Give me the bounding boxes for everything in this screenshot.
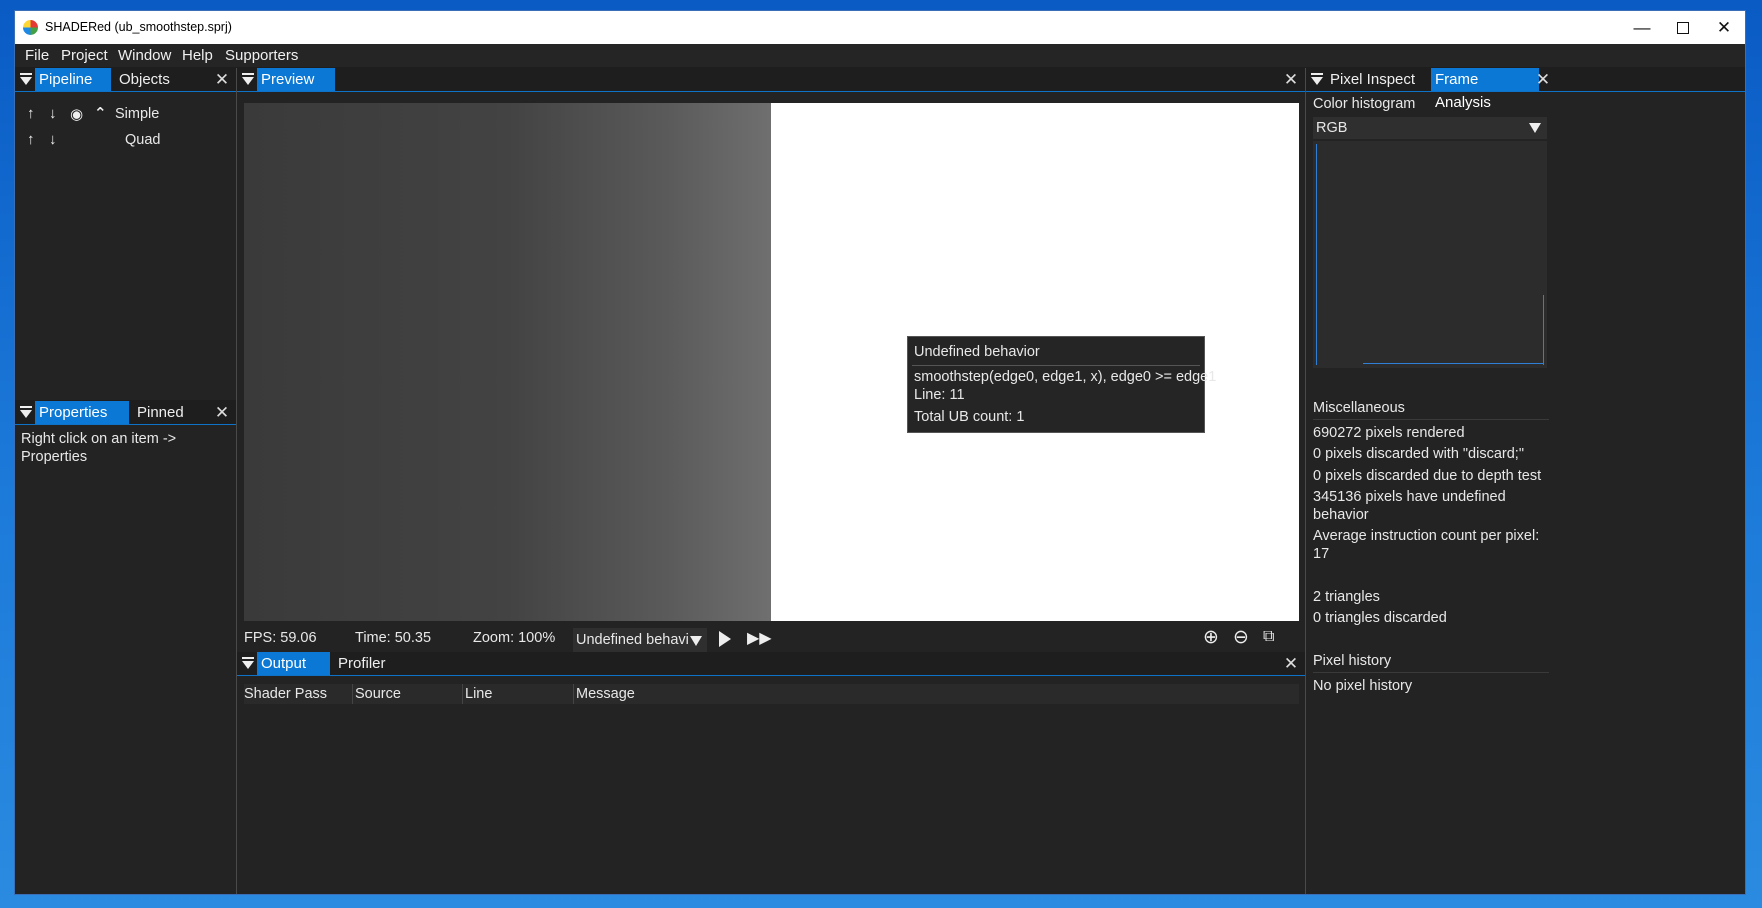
eye-icon[interactable]: ◉ [70, 105, 83, 123]
histogram-mode-select[interactable]: RGB [1313, 117, 1547, 139]
move-up-icon[interactable]: ↑ [27, 131, 35, 148]
analysis-tabbar: Pixel Inspect Frame Analysis ✕ [1306, 68, 1745, 111]
app-logo-icon [23, 20, 38, 35]
tooltip-line2: Line: 11 [914, 387, 965, 403]
column-source[interactable]: Source [355, 686, 401, 702]
properties-hint-2: Properties [21, 449, 88, 465]
analysis-pane: Pixel Inspect Frame Analysis ✕ Color his… [1306, 68, 1745, 894]
pixel-history-divider [1313, 672, 1549, 673]
ub-tooltip: Undefined behavior smoothstep(edge0, edg… [907, 336, 1216, 433]
tooltip-line1: smoothstep(edge0, edge1, x), edge0 >= ed… [914, 369, 1217, 385]
tab-preview[interactable]: Preview [257, 68, 335, 91]
chevron-down-icon [690, 636, 702, 646]
menu-project[interactable]: Project [61, 47, 108, 64]
histogram-bar-low [1316, 144, 1317, 365]
histogram-baseline [1363, 363, 1543, 364]
close-pane-icon[interactable]: ✕ [1533, 68, 1553, 91]
misc-avg: Average instruction count per pixel: [1313, 528, 1540, 544]
tab-profiler[interactable]: Profiler [334, 652, 390, 675]
pixel-history-value: No pixel history [1313, 678, 1413, 694]
time-readout: Time: 50.35 [355, 630, 432, 646]
mode-select-value: Undefined behavi [576, 632, 689, 648]
collapse-up-icon[interactable]: ⌃ [94, 104, 107, 122]
close-pane-icon[interactable]: ✕ [212, 401, 232, 424]
column-divider [462, 684, 463, 704]
maximize-button[interactable] [1660, 11, 1706, 44]
properties-pane: Properties Pinned ✕ Right click on an it… [15, 401, 236, 894]
menu-bar: File Project Window Help Supporters [15, 44, 1745, 67]
menu-help[interactable]: Help [182, 47, 213, 64]
misc-triangles: 2 triangles [1313, 589, 1380, 605]
preview-pane: Preview ✕ Undefined behavior smoothstep(… [237, 68, 1305, 656]
color-histogram [1313, 141, 1547, 368]
zoom-readout: Zoom: 100% [473, 630, 556, 646]
preview-tabbar: Preview ✕ [237, 68, 1305, 92]
menu-window[interactable]: Window [118, 47, 171, 64]
app-window: SHADERed (ub_smoothstep.sprj) — ✕ File P… [14, 10, 1746, 895]
close-pane-icon[interactable]: ✕ [1281, 68, 1301, 91]
pipeline-tabbar: Pipeline Objects ✕ [15, 68, 236, 92]
zoom-in-icon[interactable]: ⊕ [1203, 626, 1219, 649]
menu-supporters[interactable]: Supporters [225, 47, 298, 64]
tab-objects[interactable]: Objects [115, 68, 174, 91]
minimize-button[interactable]: — [1619, 11, 1665, 44]
misc-avg-2: 17 [1313, 546, 1330, 562]
menu-file[interactable]: File [25, 47, 49, 64]
mode-select[interactable]: Undefined behavi [573, 628, 707, 652]
histogram-bar-high [1543, 295, 1544, 365]
misc-depth: 0 pixels discarded due to depth test [1313, 468, 1542, 484]
close-pane-icon[interactable]: ✕ [212, 68, 232, 91]
output-table-header: Shader Pass Source Line Message [244, 684, 1299, 704]
tooltip-line3: Total UB count: 1 [914, 409, 1025, 425]
window-title: SHADERed (ub_smoothstep.sprj) [45, 20, 232, 34]
column-shader-pass[interactable]: Shader Pass [244, 686, 327, 702]
misc-divider [1313, 419, 1549, 420]
pipeline-item-simple[interactable]: Simple [115, 106, 159, 122]
pipeline-item-quad[interactable]: Quad [125, 132, 160, 148]
pipeline-pane: Pipeline Objects ✕ ↑ ↓ ◉ ⌃ Simple ↑ ↓ Qu… [15, 68, 236, 400]
tab-pixel-inspect[interactable]: Pixel Inspect [1326, 68, 1419, 91]
tab-properties[interactable]: Properties [35, 401, 129, 424]
move-down-icon[interactable]: ↓ [49, 131, 57, 148]
properties-tabbar: Properties Pinned ✕ [15, 401, 236, 425]
fps-readout: FPS: 59.06 [244, 630, 317, 646]
move-up-icon[interactable]: ↑ [27, 105, 35, 122]
move-down-icon[interactable]: ↓ [49, 105, 57, 122]
title-bar: SHADERed (ub_smoothstep.sprj) — ✕ [15, 11, 1745, 44]
tooltip-title: Undefined behavior [914, 344, 1040, 360]
zoom-out-icon[interactable]: ⊖ [1233, 626, 1249, 649]
maximize-icon [1677, 21, 1689, 34]
tooltip-divider [912, 365, 1200, 366]
misc-title: Miscellaneous [1313, 400, 1405, 416]
misc-triangles-discarded: 0 triangles discarded [1313, 610, 1447, 626]
column-message[interactable]: Message [576, 686, 635, 702]
close-pane-icon[interactable]: ✕ [1281, 652, 1301, 675]
chevron-down-icon [1529, 123, 1541, 133]
column-divider [352, 684, 353, 704]
fast-forward-icon[interactable]: ▶▶ [747, 631, 772, 647]
histogram-title: Color histogram [1313, 96, 1416, 112]
tab-pipeline[interactable]: Pipeline [35, 68, 111, 91]
tab-pinned[interactable]: Pinned [133, 401, 188, 424]
misc-rendered: 690272 pixels rendered [1313, 425, 1465, 441]
column-divider [573, 684, 574, 704]
histogram-mode-value: RGB [1316, 120, 1348, 136]
output-tabbar: Output Profiler ✕ [237, 652, 1305, 676]
pixel-history-title: Pixel history [1313, 653, 1392, 669]
misc-ub-2: behavior [1313, 507, 1369, 523]
properties-hint: Right click on an item -> [21, 431, 177, 447]
tab-frame-analysis[interactable]: Frame Analysis [1431, 68, 1539, 111]
tab-output[interactable]: Output [257, 652, 330, 675]
fit-view-icon[interactable]: ⧉ [1263, 628, 1274, 646]
close-window-button[interactable]: ✕ [1701, 11, 1745, 44]
column-line[interactable]: Line [465, 686, 492, 702]
misc-discarded: 0 pixels discarded with "discard;" [1313, 446, 1524, 462]
output-pane: Output Profiler ✕ Shader Pass Source Lin… [237, 652, 1305, 894]
play-icon[interactable] [719, 631, 731, 647]
misc-ub: 345136 pixels have undefined [1313, 489, 1506, 505]
